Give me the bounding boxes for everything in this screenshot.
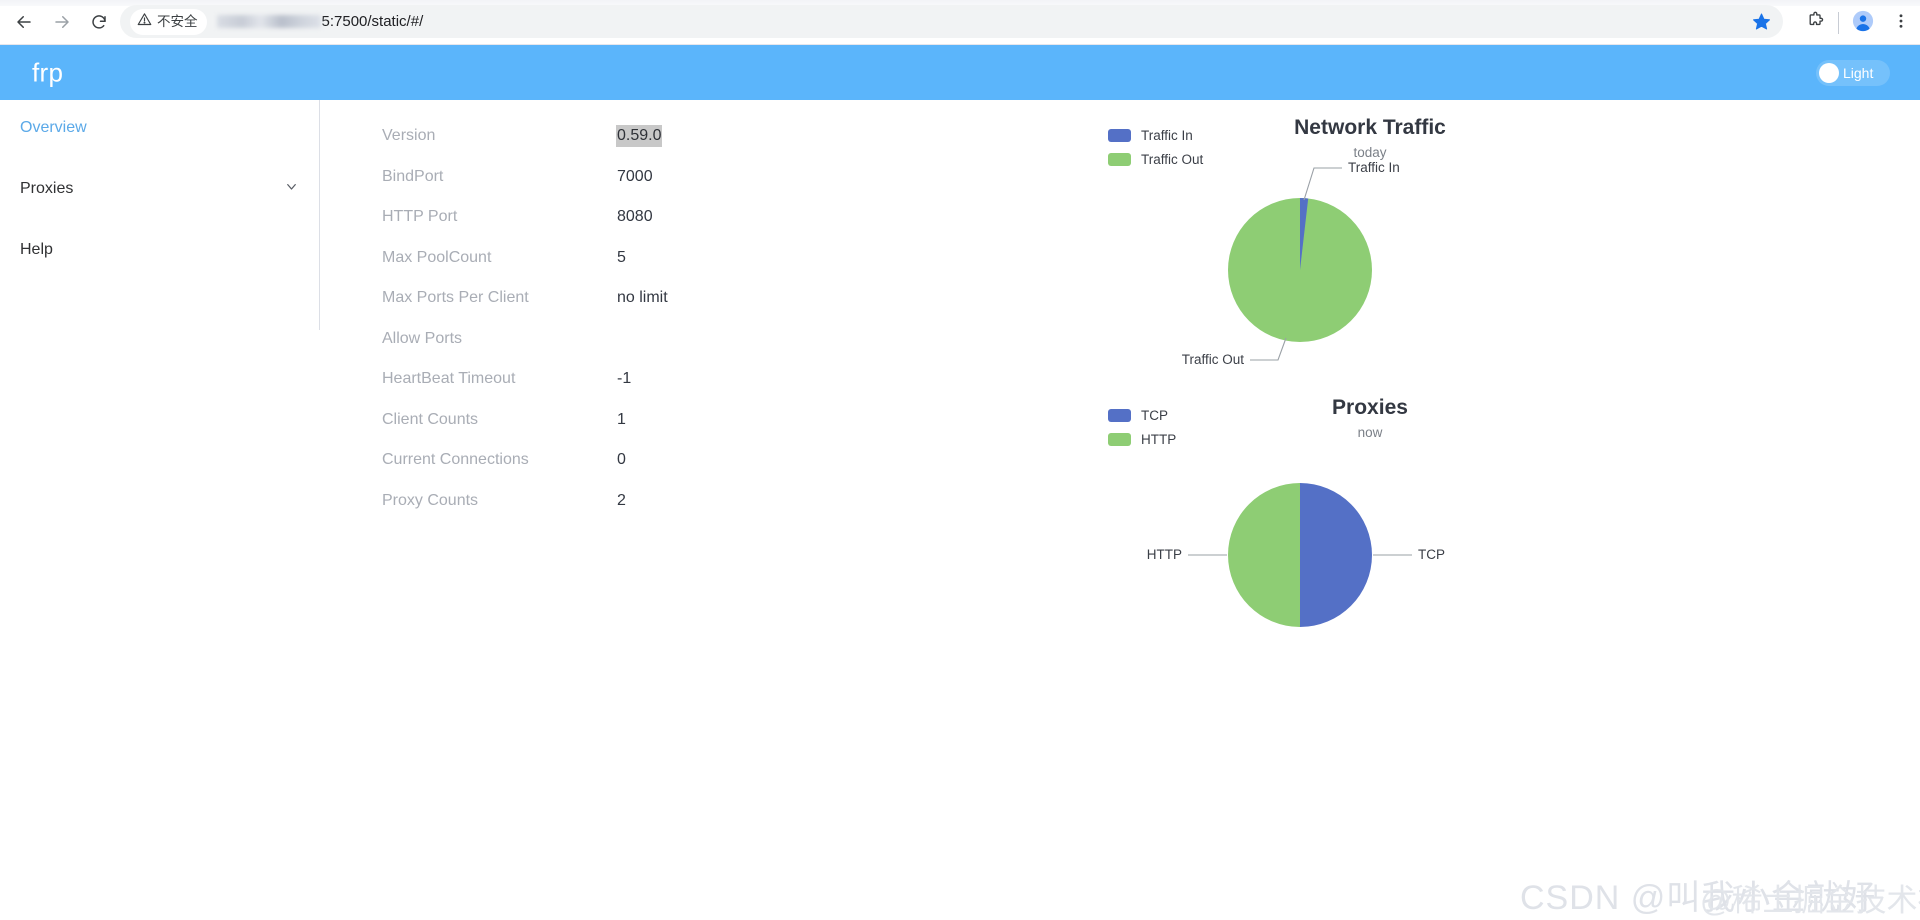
info-value: 0.59.0 (616, 125, 663, 148)
address-bar[interactable]: 不安全 5:7500/static/#/ (120, 5, 1783, 38)
bookmark-star-icon[interactable] (1752, 12, 1771, 36)
table-row: Max PoolCount 5 (382, 238, 942, 279)
info-key: HTTP Port (382, 208, 458, 226)
table-row: Max Ports Per Client no limit (382, 278, 942, 319)
warning-triangle-icon (137, 12, 152, 32)
theme-toggle[interactable]: Light (1816, 59, 1890, 86)
proxies-pie-svg: TCP HTTP (1147, 483, 1445, 627)
forward-button[interactable] (48, 8, 76, 36)
table-row: Current Connections 0 (382, 440, 942, 481)
arrow-right-icon (53, 13, 71, 31)
table-row: BindPort 7000 (382, 157, 942, 198)
sidebar-item-label: Overview (20, 119, 87, 136)
info-key: BindPort (382, 167, 444, 185)
info-value: 7000 (617, 167, 653, 185)
puzzle-piece-icon (1806, 11, 1825, 35)
avatar-icon (1852, 10, 1874, 37)
url-redacted-host (216, 15, 321, 28)
info-value: 0 (617, 451, 626, 469)
info-key: HeartBeat Timeout (382, 370, 516, 388)
pie-label-http: HTTP (1147, 547, 1182, 562)
info-value: 2 (617, 491, 626, 509)
table-row: Proxy Counts 2 (382, 481, 942, 522)
info-key: Client Counts (382, 410, 479, 428)
table-row: HTTP Port 8080 (382, 197, 942, 238)
proxies-chart[interactable]: TCP HTTP Proxies now TCP HTTP (1090, 390, 1650, 660)
info-value: 1 (617, 410, 626, 428)
info-key: Proxy Counts (382, 491, 479, 509)
app-logo: frp (32, 57, 64, 87)
pie-label-traffic-out: Traffic Out (1182, 352, 1245, 367)
sidebar-item-overview[interactable]: Overview (0, 100, 319, 156)
table-row: Version 0.59.0 (382, 116, 942, 157)
toggle-knob-icon (1819, 62, 1839, 83)
info-key: Version (382, 127, 436, 145)
info-value: 8080 (617, 208, 653, 226)
label-line-traffic-out (1250, 337, 1287, 361)
site-security-chip[interactable]: 不安全 (130, 8, 207, 35)
sidebar-item-label: Proxies (20, 180, 74, 197)
pie-label-tcp: TCP (1418, 547, 1445, 562)
info-key: Allow Ports (382, 329, 463, 347)
pie-slice-tcp[interactable] (1300, 483, 1372, 627)
watermark-overlay-text: @稀土掘金技术社区 (1700, 883, 1920, 918)
browser-chrome: 不安全 5:7500/static/#/ (0, 0, 1920, 45)
info-value: 5 (617, 248, 626, 266)
reload-icon (90, 13, 108, 31)
browser-menu-button[interactable] (1886, 8, 1916, 38)
info-key: Current Connections (382, 451, 529, 469)
app-body: Overview Proxies Help Version 0.59.0 Bin… (0, 100, 1920, 918)
pie-label-traffic-in: Traffic In (1348, 160, 1400, 175)
back-button[interactable] (10, 8, 38, 36)
arrow-left-icon (15, 13, 33, 31)
reload-button[interactable] (85, 8, 113, 36)
three-dot-menu-icon (1892, 12, 1910, 35)
sidebar-item-proxies[interactable]: Proxies (0, 161, 319, 217)
sidebar-item-help[interactable]: Help (0, 222, 319, 278)
network-traffic-pie-svg: Traffic In Traffic Out (1182, 160, 1400, 367)
info-value: -1 (617, 370, 632, 388)
info-key: Max Ports Per Client (382, 289, 529, 307)
info-value: no limit (617, 289, 668, 307)
server-info-table: Version 0.59.0 BindPort 7000 HTTP Port 8… (382, 116, 942, 521)
extensions-button[interactable] (1800, 8, 1830, 38)
chrome-separator (1838, 12, 1839, 34)
theme-toggle-label: Light (1843, 64, 1874, 81)
app-header: frp Light (0, 45, 1920, 100)
chevron-down-icon[interactable] (284, 179, 299, 199)
pie-slice-http[interactable] (1228, 483, 1300, 627)
sidebar: Overview Proxies Help (0, 100, 320, 330)
url-text-wrap[interactable]: 5:7500/static/#/ (216, 13, 424, 30)
watermark-text: CSDN @叫我小金就好 (1520, 879, 1877, 917)
network-traffic-chart[interactable]: Traffic In Traffic Out Network Traffic t… (1090, 110, 1650, 380)
info-key: Max PoolCount (382, 248, 492, 266)
sidebar-item-label: Help (20, 241, 53, 258)
url-text: 5:7500/static/#/ (321, 13, 424, 30)
profile-button[interactable] (1848, 8, 1878, 38)
table-row: Allow Ports (382, 319, 942, 360)
label-line-traffic-in (1303, 167, 1342, 201)
table-row: Client Counts 1 (382, 400, 942, 441)
security-label: 不安全 (157, 13, 198, 29)
table-row: HeartBeat Timeout -1 (382, 359, 942, 400)
